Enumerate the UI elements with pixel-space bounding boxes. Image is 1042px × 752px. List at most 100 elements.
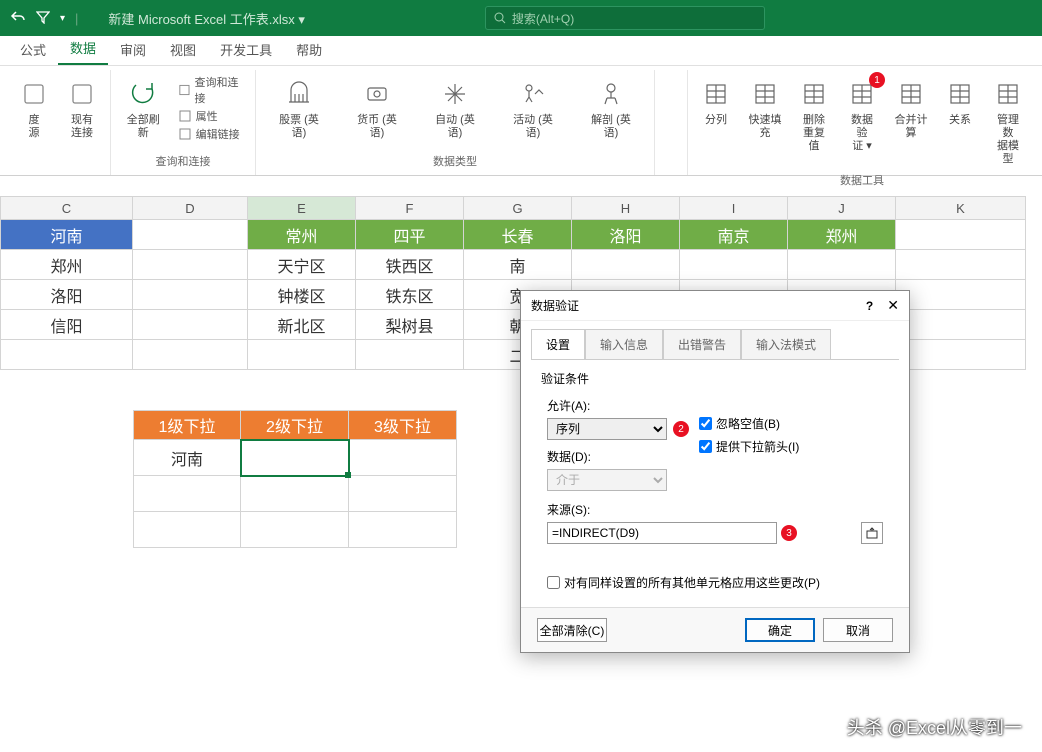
column-header[interactable]: G [464,196,572,220]
dropdown-cell[interactable] [241,440,349,476]
cell[interactable]: 洛阳 [0,280,133,310]
document-title[interactable]: 新建 Microsoft Excel 工作表.xlsx ▾ [108,9,305,28]
cell[interactable]: 南京 [680,220,788,250]
cell[interactable]: 新北区 [248,310,356,340]
dialog-tab[interactable]: 输入法模式 [741,329,831,359]
dialog-tab[interactable]: 出错警告 [663,329,741,359]
cell[interactable]: 长春 [464,220,572,250]
cell[interactable] [896,280,1026,310]
dropdown-header: 2级下拉 [241,410,349,440]
cell[interactable] [133,280,248,310]
ribbon-item[interactable]: 属性 [178,108,245,124]
data-type-button[interactable]: 货币 (英语) [340,72,414,144]
dialog-tab[interactable]: 设置 [531,329,585,359]
dropdown-cell[interactable] [133,512,241,548]
tab-视图[interactable]: 视图 [158,34,208,65]
data-type-button[interactable]: 自动 (英语) [418,72,492,144]
cell[interactable] [356,340,464,370]
column-header[interactable]: H [572,196,680,220]
column-header[interactable]: E [248,196,356,220]
refresh-all-button[interactable]: 全部刷新 [117,72,170,144]
tab-公式[interactable]: 公式 [8,34,58,65]
source-input[interactable] [547,522,777,544]
ok-button[interactable]: 确定 [745,618,815,642]
help-icon[interactable]: ? [866,299,873,313]
dropdown-cell[interactable] [133,476,241,512]
qat-dropdown-icon[interactable]: ▾ [60,13,65,24]
close-icon[interactable]: ✕ [887,297,899,314]
cell[interactable]: 南 [464,250,572,280]
cell[interactable]: 铁西区 [356,250,464,280]
data-tools-button[interactable]: 合并计算 [888,72,934,144]
tab-数据[interactable]: 数据 [58,32,108,65]
cell[interactable]: 天宁区 [248,250,356,280]
dropdown-arrow-checkbox[interactable] [699,440,712,453]
dropdown-cell[interactable] [349,440,457,476]
column-header[interactable]: I [680,196,788,220]
column-header[interactable]: F [356,196,464,220]
cell[interactable] [133,220,248,250]
cell[interactable] [133,340,248,370]
cell[interactable] [680,250,788,280]
cell[interactable]: 四平 [356,220,464,250]
undo-icon[interactable] [10,9,26,28]
cell[interactable] [0,340,133,370]
tab-开发工具[interactable]: 开发工具 [208,34,284,65]
tab-审阅[interactable]: 审阅 [108,34,158,65]
cell[interactable] [896,250,1026,280]
cell[interactable] [248,340,356,370]
data-tools-button[interactable]: 管理数据模型 [986,72,1030,170]
cell[interactable] [572,250,680,280]
cell[interactable]: 钟楼区 [248,280,356,310]
dropdown-cell[interactable] [349,512,457,548]
range-picker-icon[interactable] [861,522,883,544]
cell[interactable] [133,310,248,340]
cell[interactable] [133,250,248,280]
cell[interactable]: 河南 [0,220,133,250]
ribbon-item[interactable]: 编辑链接 [178,126,245,142]
cell[interactable] [896,340,1026,370]
filter-icon[interactable] [36,10,50,27]
data-tools-button[interactable]: 删除重复值 [792,72,836,157]
cell[interactable]: 常州 [248,220,356,250]
data-tools-button[interactable]: 快速填充 [742,72,788,144]
cell[interactable] [896,310,1026,340]
allow-select[interactable]: 序列 [547,418,667,440]
dropdown-cell[interactable] [241,512,349,548]
column-header[interactable]: D [133,196,248,220]
column-header[interactable]: C [0,196,133,220]
data-label: 数据(D): [547,448,689,465]
cancel-button[interactable]: 取消 [823,618,893,642]
dropdown-cell[interactable] [241,476,349,512]
data-select: 介于 [547,469,667,491]
data-type-button[interactable]: 股票 (英语) [262,72,336,144]
ribbon-item[interactable]: 查询和连接 [178,74,245,106]
column-header[interactable]: J [788,196,896,220]
cell[interactable] [896,220,1026,250]
search-box[interactable]: 搜索(Alt+Q) [485,6,765,30]
tab-帮助[interactable]: 帮助 [284,34,334,65]
column-header[interactable]: K [896,196,1026,220]
cell[interactable] [788,250,896,280]
dropdown-cell[interactable]: 河南 [133,440,241,476]
ribbon-button[interactable]: 现有连接 [60,72,104,144]
apply-others-checkbox[interactable] [547,576,560,589]
cell[interactable]: 洛阳 [572,220,680,250]
cell[interactable]: 郑州 [788,220,896,250]
cell[interactable]: 铁东区 [356,280,464,310]
data-tools-button[interactable]: 分列 [694,72,738,131]
dropdown-cell[interactable] [349,476,457,512]
group-label: 数据类型 [433,151,477,173]
data-tools-button[interactable]: 关系 [938,72,982,131]
dialog-tab[interactable]: 输入信息 [585,329,663,359]
data-type-button[interactable]: 活动 (英语) [496,72,570,144]
clear-all-button[interactable]: 全部清除(C) [537,618,607,642]
callout-badge-1: 1 [869,72,885,88]
ignore-blank-checkbox[interactable] [699,417,712,430]
cell[interactable]: 梨树县 [356,310,464,340]
data-tools-button[interactable]: 数据验证 ▾1 [840,72,884,157]
cell[interactable]: 郑州 [0,250,133,280]
ribbon-button[interactable]: 度源 [12,72,56,144]
cell[interactable]: 信阳 [0,310,133,340]
data-type-button[interactable]: 解剖 (英语) [574,72,648,144]
